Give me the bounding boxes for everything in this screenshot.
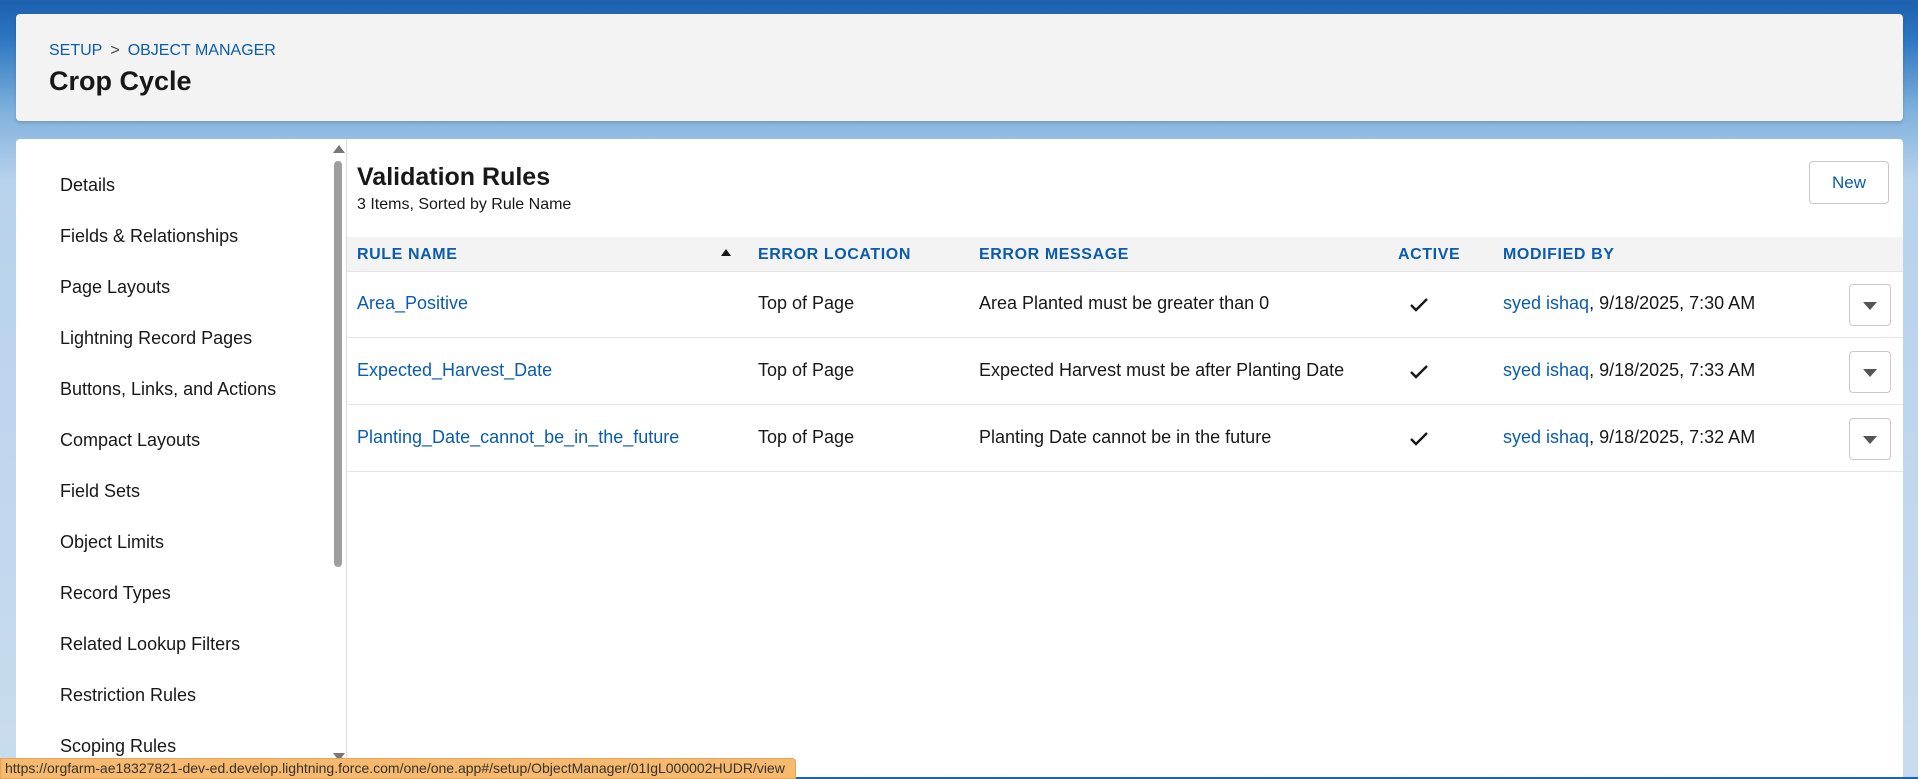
sidebar-item-lightning-record-pages[interactable]: Lightning Record Pages	[60, 328, 252, 349]
chevron-down-icon	[1863, 302, 1877, 310]
modified-by-user-link[interactable]: syed ishaq	[1503, 293, 1589, 313]
sort-ascending-icon[interactable]	[721, 249, 731, 256]
table-header: Rule Name Error Location Error Message A…	[347, 237, 1903, 272]
check-icon	[1410, 298, 1428, 312]
column-header-modified-by[interactable]: Modified By	[1503, 246, 1615, 264]
breadcrumb: SETUP > OBJECT MANAGER	[49, 42, 276, 60]
column-header-error-location[interactable]: Error Location	[758, 246, 911, 264]
sidebar-item-field-sets[interactable]: Field Sets	[60, 481, 140, 502]
scroll-up-arrow-icon[interactable]	[333, 145, 345, 153]
error-location: Top of Page	[758, 293, 855, 313]
modified-by-user-link[interactable]: syed ishaq	[1503, 427, 1589, 447]
page-title: Crop Cycle	[49, 66, 192, 96]
column-header-error-message[interactable]: Error Message	[979, 246, 1129, 264]
error-message: Area Planted must be greater than 0	[979, 293, 1270, 313]
breadcrumb-separator: >	[110, 42, 120, 59]
modified-by: syed ishaq, 9/18/2025, 7:32 AM	[1503, 427, 1755, 448]
sidebar-item-record-types[interactable]: Record Types	[60, 583, 171, 604]
sidebar-item-object-limits[interactable]: Object Limits	[60, 532, 164, 553]
sidebar-item-related-lookup-filters[interactable]: Related Lookup Filters	[60, 634, 240, 655]
chevron-down-icon	[1863, 369, 1877, 377]
sidebar-item-page-layouts[interactable]: Page Layouts	[60, 277, 170, 298]
column-header-rule-name[interactable]: Rule Name	[357, 246, 458, 264]
row-actions-button[interactable]	[1849, 418, 1891, 460]
validation-rules-list: Validation Rules 3 Items, Sorted by Rule…	[347, 139, 1903, 777]
sidebar-item-fields-relationships[interactable]: Fields & Relationships	[60, 226, 238, 247]
sidebar-item-compact-layouts[interactable]: Compact Layouts	[60, 430, 200, 451]
new-rule-button[interactable]: New	[1809, 161, 1889, 204]
object-sidebar: Details Fields & Relationships Page Layo…	[16, 139, 347, 777]
breadcrumb-object-manager-link[interactable]: OBJECT MANAGER	[128, 42, 276, 59]
sidebar-item-restriction-rules[interactable]: Restriction Rules	[60, 685, 196, 706]
rule-name-link[interactable]: Planting_Date_cannot_be_in_the_future	[357, 427, 679, 448]
error-message: Planting Date cannot be in the future	[979, 427, 1272, 447]
scrollbar-thumb[interactable]	[334, 161, 342, 567]
check-icon	[1410, 432, 1428, 446]
column-header-active[interactable]: Active	[1398, 246, 1460, 264]
check-icon	[1410, 365, 1428, 379]
list-item-count: 3 Items, Sorted by Rule Name	[357, 196, 572, 213]
rule-name-link[interactable]: Expected_Harvest_Date	[357, 360, 552, 381]
content-panel: Details Fields & Relationships Page Layo…	[16, 139, 1903, 777]
sidebar-item-scoping-rules[interactable]: Scoping Rules	[60, 736, 176, 757]
row-actions-button[interactable]	[1849, 284, 1891, 326]
row-actions-button[interactable]	[1849, 351, 1891, 393]
table-row: Area_Positive Top of Page Area Planted m…	[347, 271, 1903, 338]
modified-by: syed ishaq, 9/18/2025, 7:33 AM	[1503, 360, 1755, 381]
sidebar-item-buttons-links-actions[interactable]: Buttons, Links, and Actions	[60, 379, 276, 400]
modified-date: , 9/18/2025, 7:33 AM	[1589, 360, 1756, 380]
error-message: Expected Harvest must be after Planting …	[979, 360, 1345, 380]
list-title: Validation Rules	[357, 163, 551, 191]
rule-name-link[interactable]: Area_Positive	[357, 293, 468, 314]
modified-date: , 9/18/2025, 7:32 AM	[1589, 427, 1756, 447]
sidebar-item-details[interactable]: Details	[60, 175, 115, 196]
error-location: Top of Page	[758, 427, 855, 447]
table-row: Expected_Harvest_Date Top of Page Expect…	[347, 338, 1903, 405]
chevron-down-icon	[1863, 436, 1877, 444]
status-bar-url: https://orgfarm-ae18327821-dev-ed.develo…	[0, 758, 796, 779]
error-location: Top of Page	[758, 360, 855, 380]
table-row: Planting_Date_cannot_be_in_the_future To…	[347, 405, 1903, 472]
page-header: SETUP > OBJECT MANAGER Crop Cycle	[16, 14, 1903, 121]
modified-date: , 9/18/2025, 7:30 AM	[1589, 293, 1756, 313]
breadcrumb-setup-link[interactable]: SETUP	[49, 42, 102, 59]
sidebar-scrollbar[interactable]	[330, 139, 345, 761]
modified-by: syed ishaq, 9/18/2025, 7:30 AM	[1503, 293, 1755, 314]
modified-by-user-link[interactable]: syed ishaq	[1503, 360, 1589, 380]
